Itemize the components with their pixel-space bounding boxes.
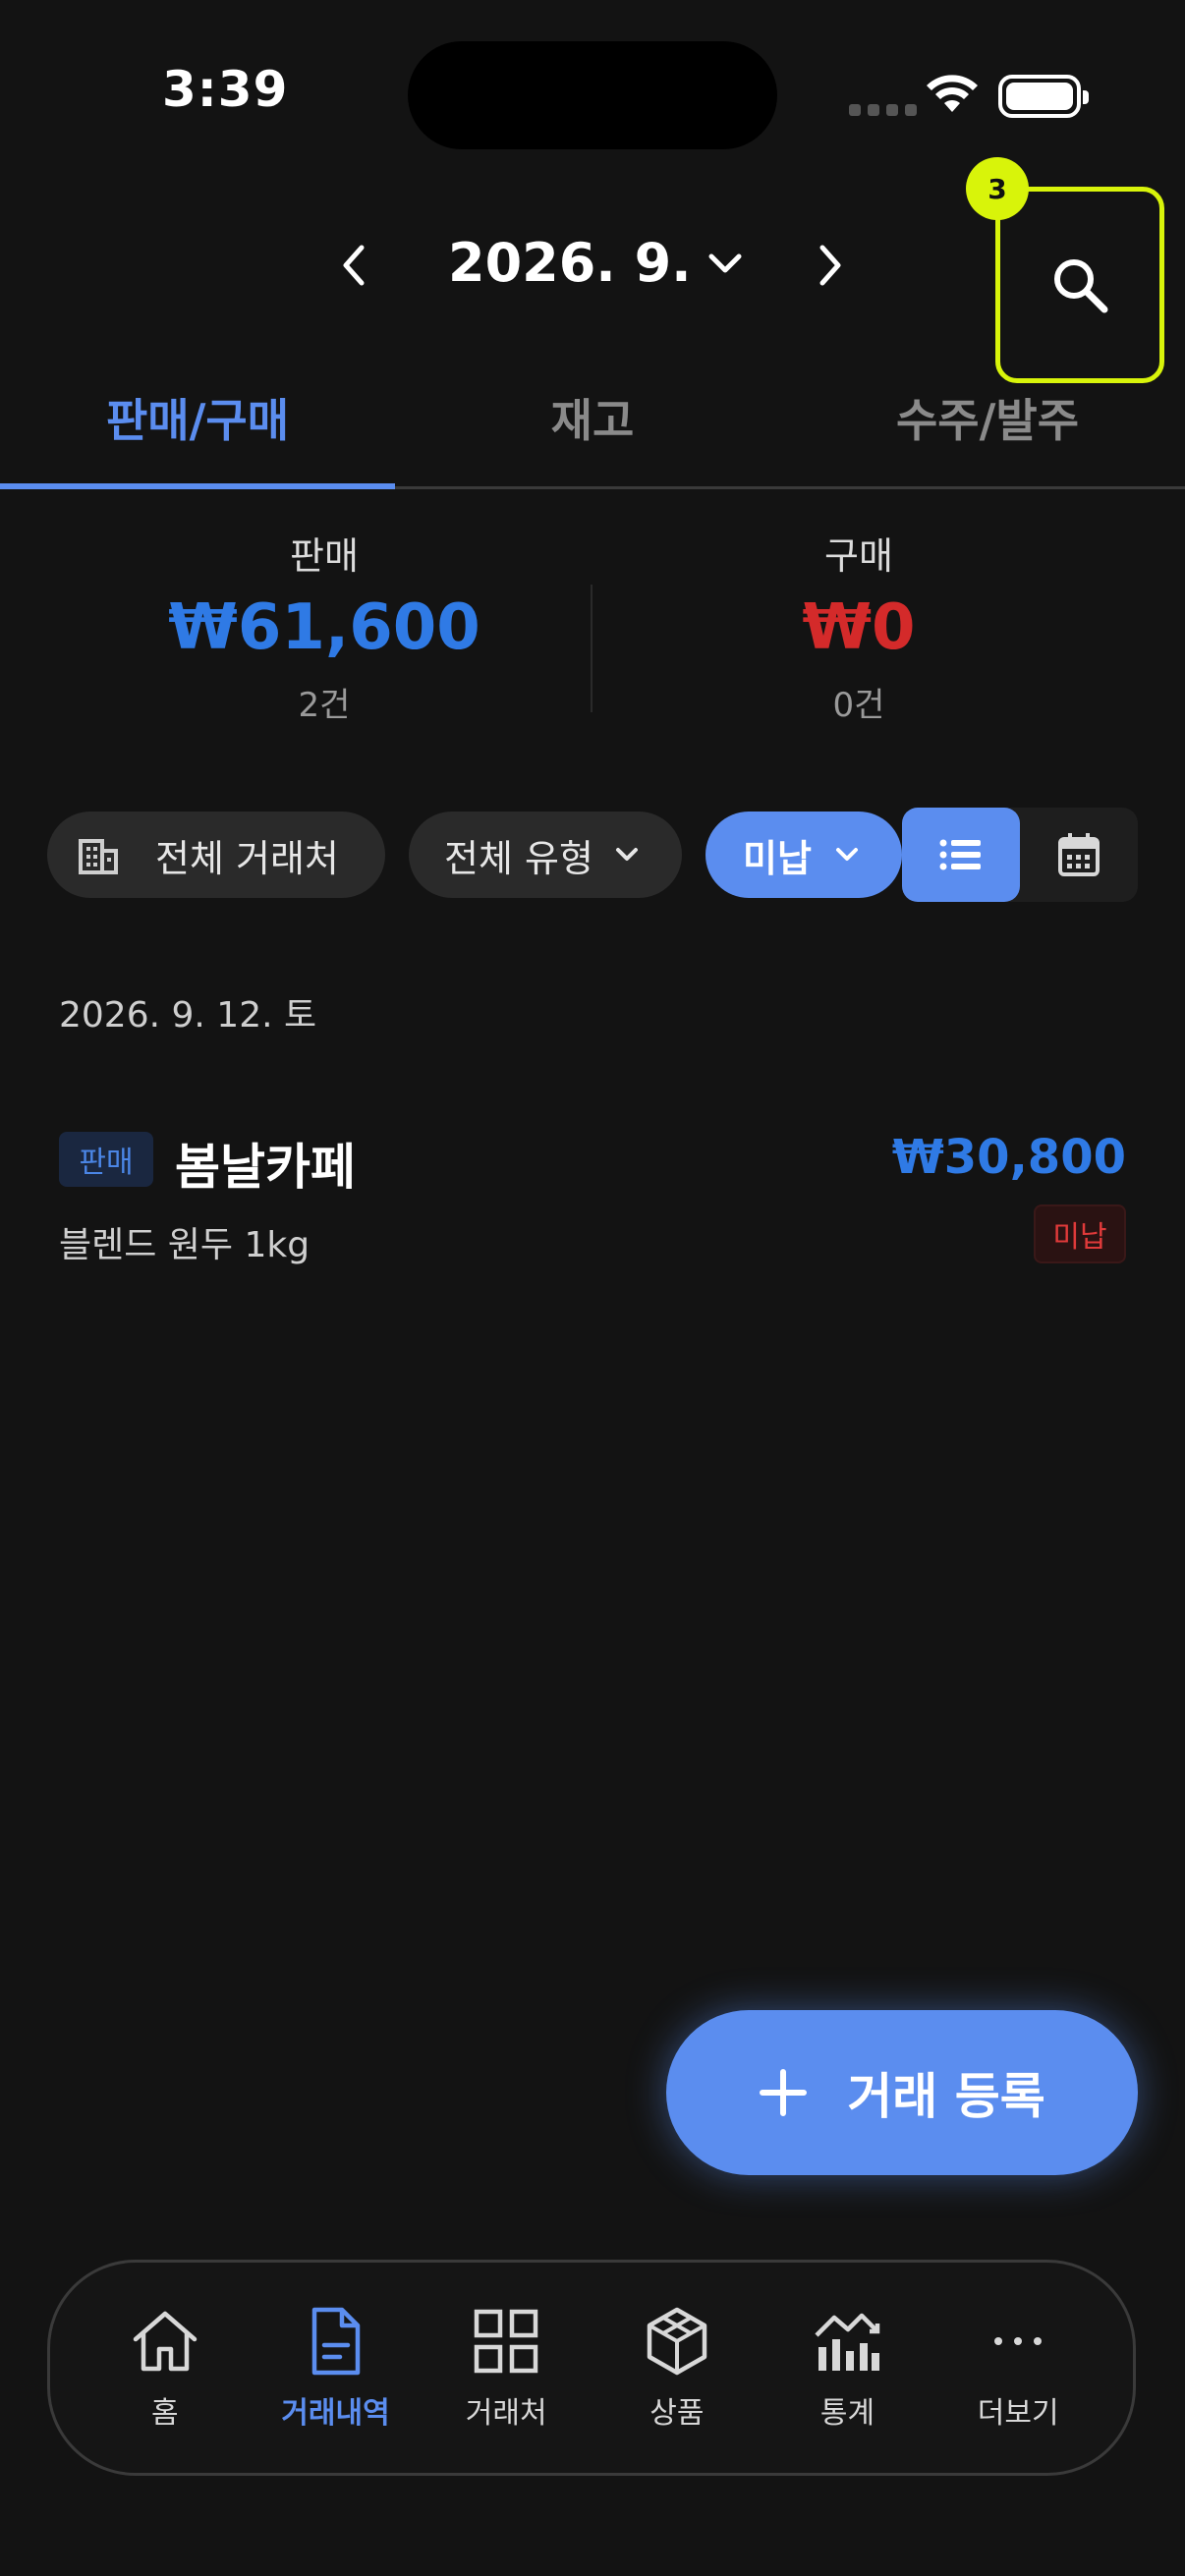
purchase-label: 구매: [824, 534, 893, 578]
partner-filter[interactable]: 전체 거래처: [47, 812, 385, 898]
home-icon: [133, 2311, 198, 2372]
summary-panel: 판매 ₩61,600 2건 구매 ₩0 0건: [0, 526, 1185, 742]
nav-item-products[interactable]: 상품: [592, 2263, 762, 2473]
sales-summary[interactable]: 판매 ₩61,600 2건: [128, 526, 521, 726]
grid-icon: [474, 2309, 538, 2374]
nav-label-home: 홈: [151, 2396, 179, 2431]
date-group-header: 2026. 9. 12. 토: [59, 995, 317, 1036]
partner-filter-label: 전체 거래처: [155, 836, 339, 880]
summary-divider: [591, 585, 592, 712]
payment-filter[interactable]: 미납: [705, 812, 902, 898]
month-label: 2026. 9.: [448, 232, 692, 294]
transaction-amount: ₩30,800: [891, 1130, 1126, 1185]
nav-item-partners[interactable]: 거래처: [421, 2263, 592, 2473]
nav-item-more[interactable]: 더보기: [932, 2263, 1103, 2473]
purchase-total: ₩0: [802, 591, 916, 664]
building-icon: [79, 839, 118, 874]
list-icon: [939, 839, 981, 870]
nav-item-home[interactable]: 홈: [80, 2263, 251, 2473]
tab-orders[interactable]: 수주/발주: [790, 354, 1185, 486]
nav-label-more: 더보기: [977, 2396, 1059, 2431]
chart-icon: [814, 2313, 879, 2371]
purchase-summary[interactable]: 구매 ₩0 0건: [662, 526, 1055, 726]
calendar-icon: [1058, 833, 1100, 876]
type-filter-label: 전체 유형: [444, 836, 593, 880]
calendar-view-button[interactable]: [1020, 808, 1138, 902]
nav-item-transactions[interactable]: 거래내역: [251, 2263, 422, 2473]
nav-label-statistics: 통계: [819, 2396, 875, 2431]
payment-status-badge: 미납: [1034, 1204, 1126, 1263]
status-time: 3:39: [162, 61, 289, 118]
battery-icon: [998, 75, 1089, 118]
sales-label: 판매: [290, 534, 359, 578]
document-icon: [311, 2307, 360, 2376]
chevron-down-icon: [615, 848, 638, 861]
list-view-button[interactable]: [902, 808, 1020, 902]
type-filter[interactable]: 전체 유형: [409, 812, 682, 898]
add-transaction-button[interactable]: 거래 등록: [666, 2010, 1138, 2175]
previous-month-button[interactable]: [324, 236, 383, 295]
purchase-count: 0건: [832, 686, 885, 725]
cube-icon: [647, 2307, 707, 2376]
chevron-left-icon: [343, 245, 365, 286]
nav-label-transactions: 거래내역: [281, 2396, 390, 2431]
more-icon: [994, 2337, 1043, 2345]
nav-label-products: 상품: [649, 2396, 705, 2431]
tab-sales-purchase[interactable]: 판매/구매: [0, 354, 395, 489]
tab-inventory[interactable]: 재고: [395, 354, 790, 486]
transaction-row[interactable]: 판매 봄날카페 ₩30,800 블렌드 원두 1kg 미납: [0, 1110, 1185, 1277]
sales-count: 2건: [298, 686, 351, 725]
chevron-down-icon: [835, 848, 858, 861]
cellular-signal-icon: [849, 104, 917, 116]
search-icon: [1054, 259, 1108, 313]
transaction-partner-name: 봄날카페: [175, 1139, 356, 1196]
nav-label-partners: 거래처: [465, 2396, 547, 2431]
month-selector[interactable]: 2026. 9.: [448, 232, 745, 294]
transaction-item: 블렌드 원두 1kg: [59, 1225, 310, 1265]
transaction-type-badge: 판매: [59, 1132, 153, 1187]
highlight-badge: 3: [966, 157, 1029, 220]
wifi-icon: [927, 75, 978, 112]
sales-total: ₩61,600: [168, 591, 480, 664]
tab-bar: 판매/구매 재고 수주/발주: [0, 354, 1185, 489]
chevron-right-icon: [819, 245, 841, 286]
next-month-button[interactable]: [801, 236, 860, 295]
bottom-navigation: 홈 거래내역 거래처 상품 통계 더보기: [47, 2260, 1136, 2476]
add-transaction-label: 거래 등록: [847, 2068, 1045, 2125]
nav-item-statistics[interactable]: 통계: [762, 2263, 933, 2473]
payment-filter-label: 미납: [743, 836, 812, 880]
dynamic-island: [408, 41, 777, 149]
chevron-down-icon: [708, 253, 742, 272]
plus-icon: [760, 2069, 808, 2116]
view-toggle: [902, 808, 1138, 902]
